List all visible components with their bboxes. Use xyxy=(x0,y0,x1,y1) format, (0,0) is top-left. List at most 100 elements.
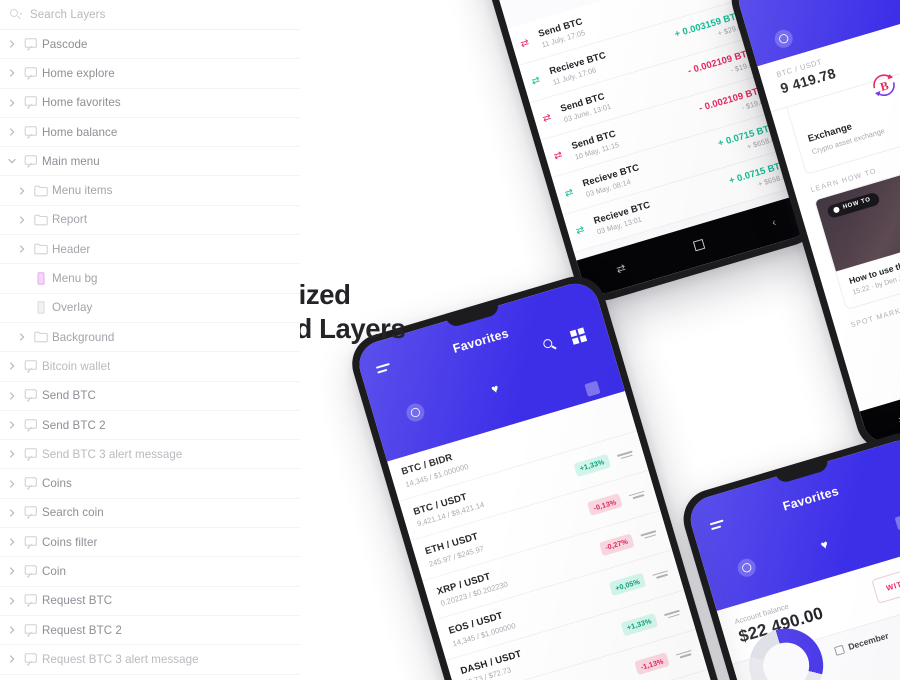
layer-label: Home favorites xyxy=(42,96,121,110)
tab-favorites[interactable]: ♥ xyxy=(453,369,537,410)
layer-label: Background xyxy=(52,330,115,344)
hamburger-icon[interactable] xyxy=(375,362,392,377)
artboard-icon xyxy=(20,592,42,610)
home-icon[interactable] xyxy=(692,238,706,252)
compass-icon[interactable] xyxy=(772,27,795,50)
artboard-icon xyxy=(20,64,42,82)
qr-code-icon[interactable] xyxy=(569,327,588,345)
folder-icon xyxy=(30,240,52,258)
heart-icon[interactable]: ♥ xyxy=(490,381,501,396)
layer-row-send-btc[interactable]: Send BTC xyxy=(0,382,300,411)
layer-label: Home explore xyxy=(42,66,115,80)
chevron-right-icon[interactable] xyxy=(4,651,20,667)
chevron-right-icon[interactable] xyxy=(14,329,30,345)
layer-label: Header xyxy=(52,242,91,256)
layer-row-menu-items[interactable]: Menu items xyxy=(0,176,300,206)
chevron-right-icon[interactable] xyxy=(4,593,20,609)
search-icon xyxy=(10,8,23,21)
layer-row-home-explore[interactable]: Home explore xyxy=(0,59,300,89)
chevron-right-icon[interactable] xyxy=(14,212,30,228)
artboard-icon xyxy=(20,621,42,639)
chevron-right-icon[interactable] xyxy=(4,388,20,404)
back-icon[interactable]: ‹ xyxy=(771,217,778,230)
card-icon[interactable] xyxy=(584,380,601,397)
rectangle-shape-icon xyxy=(30,299,52,317)
withdraw-button[interactable]: WITHDRAW xyxy=(871,559,900,604)
layer-label: Overlay xyxy=(52,301,93,315)
chevron-right-icon[interactable] xyxy=(4,505,20,521)
badge-dot-icon xyxy=(832,206,841,214)
chevron-right-icon[interactable] xyxy=(4,95,20,111)
change-badge: -1,13% xyxy=(633,652,670,676)
card-icon[interactable] xyxy=(894,513,900,530)
layer-row-btc-address[interactable]: BTC Address xyxy=(0,675,300,680)
layer-label: Report xyxy=(52,213,88,227)
layer-row-coins[interactable]: Coins xyxy=(0,469,300,499)
search-input[interactable] xyxy=(30,8,230,21)
layer-row-coin[interactable]: Coin xyxy=(0,557,300,587)
chevron-right-icon[interactable] xyxy=(4,417,20,433)
sparkline-icon xyxy=(616,448,634,462)
search-layers-row[interactable] xyxy=(0,0,300,30)
layer-row-request-btc-2[interactable]: Request BTC 2 xyxy=(0,616,300,646)
tab-favorites[interactable]: ♥ xyxy=(783,525,866,565)
chevron-right-icon[interactable] xyxy=(4,476,20,492)
chevron-right-icon[interactable] xyxy=(4,124,20,140)
layer-label: Request BTC xyxy=(42,594,113,608)
layer-row-home-favorites[interactable]: Home favorites xyxy=(0,89,300,118)
layer-tree[interactable]: Pascode Home explore Home favorites Home ba… xyxy=(0,30,300,680)
balance-screen-title: Favorites xyxy=(781,483,841,514)
chevron-down-icon[interactable] xyxy=(4,153,20,169)
compass-icon[interactable] xyxy=(735,556,758,580)
rectangle-shape-icon xyxy=(30,270,52,288)
hamburger-icon[interactable] xyxy=(709,519,726,533)
heart-icon[interactable]: ♥ xyxy=(819,537,830,552)
sparkline-icon xyxy=(652,568,670,582)
artboard-icon xyxy=(20,416,42,434)
sparkline-icon xyxy=(675,647,693,661)
layer-row-main-menu[interactable]: Main menu xyxy=(0,147,300,177)
layer-row-pascode[interactable]: Pascode xyxy=(0,30,300,60)
chevron-right-icon[interactable] xyxy=(4,358,20,374)
layer-row-report[interactable]: Report xyxy=(0,206,300,236)
chevron-right-icon[interactable] xyxy=(4,446,20,462)
layer-row-request-btc-3-alert-message[interactable]: Request BTC 3 alert message xyxy=(0,645,300,675)
layer-row-home-balance[interactable]: Home balance xyxy=(0,118,300,148)
tab-explore[interactable] xyxy=(374,392,458,433)
tab-wallet[interactable] xyxy=(861,501,900,541)
chevron-right-icon[interactable] xyxy=(14,241,30,257)
chevron-right-icon[interactable] xyxy=(4,534,20,550)
layer-row-bitcoin-wallet[interactable]: Bitcoin wallet xyxy=(0,352,300,382)
chevron-right-icon[interactable] xyxy=(4,563,20,579)
layer-label: Request BTC 3 alert message xyxy=(42,652,199,666)
artboard-icon xyxy=(20,475,42,493)
chevron-right-icon[interactable] xyxy=(4,36,20,52)
layer-label: Request BTC 2 xyxy=(42,623,122,637)
layers-panel: Pascode Home explore Home favorites Home ba… xyxy=(0,0,300,680)
change-badge: -0,27% xyxy=(598,533,635,557)
layer-row-menu-bg[interactable]: Menu bg xyxy=(0,264,300,294)
howto-badge: HOW TO xyxy=(826,191,881,219)
layer-row-coins-filter[interactable]: Coins filter xyxy=(0,528,300,558)
change-badge: -0,13% xyxy=(586,493,623,517)
layer-row-request-btc[interactable]: Request BTC xyxy=(0,587,300,616)
badge-label: HOW TO xyxy=(842,197,872,211)
layer-label: Coins filter xyxy=(42,535,98,549)
layer-row-search-coin[interactable]: Search coin xyxy=(0,499,300,529)
tab-explore[interactable] xyxy=(705,548,788,588)
layer-row-send-btc-3-alert-message[interactable]: Send BTC 3 alert message xyxy=(0,440,300,470)
chevron-right-icon[interactable] xyxy=(4,622,20,638)
recents-icon[interactable]: ⇄ xyxy=(615,261,627,276)
layer-row-overlay[interactable]: Overlay xyxy=(0,294,300,323)
compass-icon[interactable] xyxy=(404,401,427,424)
month-selector[interactable]: December xyxy=(833,631,890,656)
layer-row-send-btc-2[interactable]: Send BTC 2 xyxy=(0,411,300,441)
chevron-right-icon[interactable] xyxy=(14,183,30,199)
android-nav-bar-exchange[interactable]: ⇄ ‹ xyxy=(859,345,900,448)
folder-icon xyxy=(30,182,52,200)
layer-row-background[interactable]: Background xyxy=(0,323,300,353)
layer-label: Send BTC 2 xyxy=(42,418,106,432)
layer-row-header[interactable]: Header xyxy=(0,235,300,265)
chevron-right-icon[interactable] xyxy=(4,65,20,81)
search-icon[interactable] xyxy=(542,337,558,353)
